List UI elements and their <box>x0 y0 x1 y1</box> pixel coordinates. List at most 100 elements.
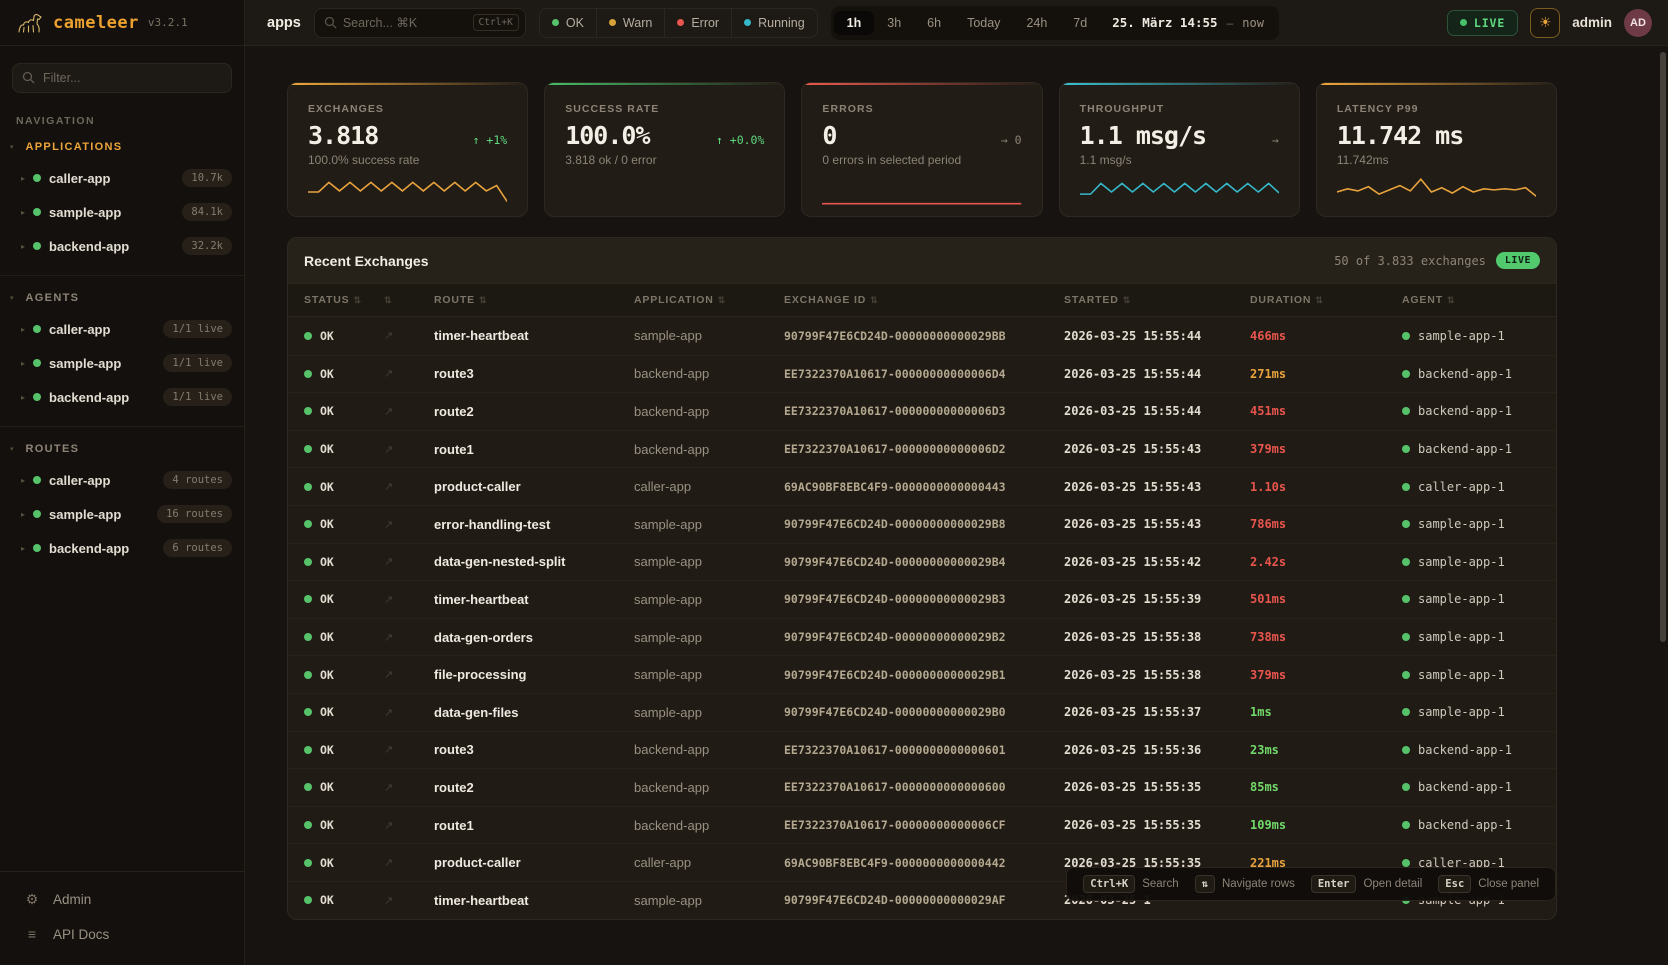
column-header-status[interactable]: STATUS⇅ <box>304 294 384 306</box>
expand-icon[interactable]: ↗ <box>384 405 393 418</box>
sidebar-item-badge: 4 routes <box>163 471 232 489</box>
datetime-range[interactable]: 25. März 14:55–now <box>1100 15 1276 30</box>
sidebar-section-header[interactable]: ▾ ROUTES <box>0 437 244 463</box>
table-row[interactable]: OK ↗ timer-heartbeat sample-app 90799F47… <box>288 580 1556 618</box>
stat-card-title: ERRORS <box>822 103 1021 115</box>
sidebar-section-header[interactable]: ▾ AGENTS <box>0 286 244 312</box>
live-toggle[interactable]: LIVE <box>1447 10 1518 36</box>
sidebar-item[interactable]: ▸ backend-app 6 routes <box>0 531 244 565</box>
status-filter-chip[interactable]: Warn <box>596 9 664 37</box>
expand-icon[interactable]: ↗ <box>384 518 393 531</box>
table-row[interactable]: OK ↗ data-gen-files sample-app 90799F47E… <box>288 693 1556 731</box>
stat-card[interactable]: THROUGHPUT 1.1 msg/s → 1.1 msg/s <box>1059 82 1300 217</box>
table-row[interactable]: OK ↗ data-gen-orders sample-app 90799F47… <box>288 618 1556 656</box>
scrollbar[interactable] <box>1660 52 1666 642</box>
row-application: backend-app <box>634 818 784 833</box>
expand-icon[interactable]: ↗ <box>384 894 393 907</box>
table-row[interactable]: OK ↗ route3 backend-app EE7322370A10617-… <box>288 731 1556 769</box>
sidebar-item[interactable]: ▸ caller-app 1/1 live <box>0 312 244 346</box>
sidebar-item-api-docs[interactable]: ≡ API Docs <box>0 917 244 951</box>
expand-icon[interactable]: ↗ <box>384 631 393 644</box>
theme-toggle-button[interactable]: ☀ <box>1530 8 1560 38</box>
column-header-application[interactable]: APPLICATION⇅ <box>634 294 784 306</box>
status-dot-icon <box>1402 520 1410 528</box>
sort-icon: ⇅ <box>718 295 726 306</box>
expand-icon[interactable]: ↗ <box>384 555 393 568</box>
row-duration: 23ms <box>1250 743 1402 757</box>
table-row[interactable]: OK ↗ route3 backend-app EE7322370A10617-… <box>288 355 1556 393</box>
expand-icon[interactable]: ↗ <box>384 781 393 794</box>
table-row[interactable]: OK ↗ route2 backend-app EE7322370A10617-… <box>288 768 1556 806</box>
range-button-7d[interactable]: 7d <box>1060 11 1100 35</box>
search-box[interactable]: Ctrl+K <box>314 8 526 38</box>
row-started: 2026-03-25 15:55:35 <box>1064 780 1250 794</box>
stat-card[interactable]: SUCCESS RATE 100.0% ↑ +0.0% 3.818 ok / 0… <box>544 82 785 217</box>
user-name: admin <box>1572 15 1612 30</box>
column-header-exchange-id[interactable]: EXCHANGE ID⇅ <box>784 294 1064 306</box>
row-application: caller-app <box>634 479 784 494</box>
search-input[interactable] <box>343 16 473 30</box>
expand-icon[interactable]: ↗ <box>384 668 393 681</box>
table-row[interactable]: OK ↗ product-caller caller-app 69AC90BF8… <box>288 467 1556 505</box>
sidebar-item[interactable]: ▸ backend-app 1/1 live <box>0 380 244 414</box>
status-dot-icon <box>552 19 559 26</box>
sidebar-item[interactable]: ▸ sample-app 1/1 live <box>0 346 244 380</box>
range-button-3h[interactable]: 3h <box>874 11 914 35</box>
stat-card[interactable]: ERRORS 0 → 0 0 errors in selected period <box>801 82 1042 217</box>
row-route: route2 <box>434 780 634 795</box>
expand-icon[interactable]: ↗ <box>384 443 393 456</box>
column-header-expand[interactable]: ⇅ <box>384 295 434 306</box>
docs-icon: ≡ <box>24 926 40 942</box>
expand-icon[interactable]: ↗ <box>384 706 393 719</box>
expand-icon[interactable]: ↗ <box>384 367 393 380</box>
table-row[interactable]: OK ↗ route2 backend-app EE7322370A10617-… <box>288 392 1556 430</box>
row-status: OK <box>320 442 334 456</box>
sidebar-item[interactable]: ▸ sample-app 84.1k <box>0 195 244 229</box>
sidebar-item[interactable]: ▸ backend-app 32.2k <box>0 229 244 263</box>
range-button-6h[interactable]: 6h <box>914 11 954 35</box>
status-dot-icon <box>609 19 616 26</box>
expand-icon[interactable]: ↗ <box>384 593 393 606</box>
gear-icon: ⚙ <box>24 891 40 908</box>
expand-icon[interactable]: ↗ <box>384 856 393 869</box>
table-row[interactable]: OK ↗ error-handling-test sample-app 9079… <box>288 505 1556 543</box>
brand[interactable]: cameleer v3.2.1 <box>0 0 244 46</box>
column-header-started[interactable]: STARTED⇅ <box>1064 294 1250 306</box>
sidebar-item-admin[interactable]: ⚙ Admin <box>0 882 244 917</box>
range-button-24h[interactable]: 24h <box>1013 11 1060 35</box>
expand-icon[interactable]: ↗ <box>384 819 393 832</box>
row-application: backend-app <box>634 780 784 795</box>
column-header-route[interactable]: ROUTE⇅ <box>434 294 634 306</box>
row-agent: sample-app-1 <box>1418 329 1505 343</box>
status-filter-chip[interactable]: OK <box>540 9 596 37</box>
row-exchange-id: 90799F47E6CD24D-00000000000029B4 <box>784 555 1064 569</box>
sidebar-section-header[interactable]: ▾ APPLICATIONS <box>0 135 244 161</box>
row-application: backend-app <box>634 442 784 457</box>
column-header-agent[interactable]: AGENT⇅ <box>1402 294 1540 306</box>
table-row[interactable]: OK ↗ data-gen-nested-split sample-app 90… <box>288 543 1556 581</box>
expand-icon[interactable]: ↗ <box>384 743 393 756</box>
sidebar-item[interactable]: ▸ caller-app 10.7k <box>0 161 244 195</box>
range-button-today[interactable]: Today <box>954 11 1013 35</box>
row-application: sample-app <box>634 630 784 645</box>
stat-card[interactable]: EXCHANGES 3.818 ↑ +1% 100.0% success rat… <box>287 82 528 217</box>
status-filter-chip[interactable]: Error <box>664 9 731 37</box>
sidebar-item[interactable]: ▸ sample-app 16 routes <box>0 497 244 531</box>
sidebar-filter-input[interactable] <box>12 63 232 93</box>
sidebar-item[interactable]: ▸ caller-app 4 routes <box>0 463 244 497</box>
expand-icon[interactable]: ↗ <box>384 329 393 342</box>
keyboard-hint: ⇅ Navigate rows <box>1191 875 1299 893</box>
avatar[interactable]: AD <box>1624 9 1652 37</box>
stat-card[interactable]: LATENCY P99 11.742 ms 11.742ms <box>1316 82 1557 217</box>
expand-icon[interactable]: ↗ <box>384 480 393 493</box>
table-row[interactable]: OK ↗ route1 backend-app EE7322370A10617-… <box>288 806 1556 844</box>
range-button-1h[interactable]: 1h <box>834 11 875 35</box>
table-row[interactable]: OK ↗ file-processing sample-app 90799F47… <box>288 655 1556 693</box>
table-row[interactable]: OK ↗ route1 backend-app EE7322370A10617-… <box>288 430 1556 468</box>
table-header-row: STATUS⇅⇅ROUTE⇅APPLICATION⇅EXCHANGE ID⇅ST… <box>288 283 1556 317</box>
status-filter-chip[interactable]: Running <box>731 9 817 37</box>
table-row[interactable]: OK ↗ timer-heartbeat sample-app 90799F47… <box>288 317 1556 355</box>
row-exchange-id: 90799F47E6CD24D-00000000000029BB <box>784 329 1064 343</box>
column-header-duration[interactable]: DURATION⇅ <box>1250 294 1402 306</box>
sidebar-item-label: backend-app <box>49 541 129 556</box>
